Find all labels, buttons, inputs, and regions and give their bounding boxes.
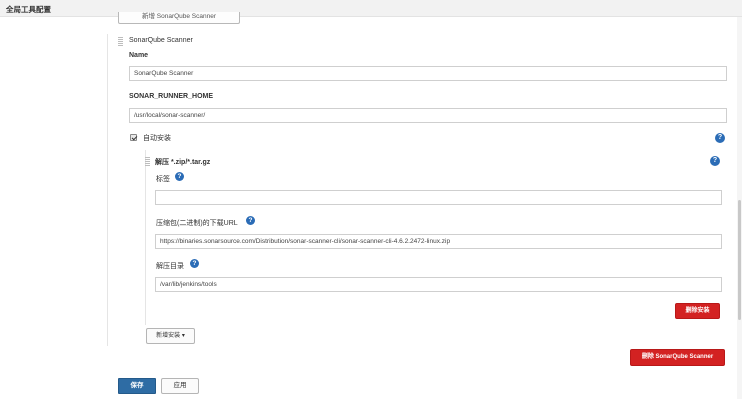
auto-install-label: 自动安装 xyxy=(143,135,171,142)
add-sonarqube-scanner-button[interactable]: 新增 SonarQube Scanner xyxy=(118,12,240,24)
auto-install-help-icon[interactable]: ? xyxy=(715,133,725,143)
delete-scanner-button[interactable]: 删除 SonarQube Scanner xyxy=(630,349,725,366)
drag-handle-icon[interactable] xyxy=(118,37,123,46)
delete-installer-button[interactable]: 删除安装 xyxy=(675,303,720,319)
installer-drag-handle-icon[interactable] xyxy=(145,157,150,166)
apply-button[interactable]: 应用 xyxy=(161,378,199,394)
tag-help-icon[interactable]: ? xyxy=(175,172,184,181)
dir-label: 解压目录 xyxy=(156,263,184,270)
section-rail xyxy=(107,34,108,346)
installer-help-icon[interactable]: ? xyxy=(710,156,720,166)
dir-help-icon[interactable]: ? xyxy=(190,259,199,268)
url-label: 压缩包(二进制)的下载URL xyxy=(156,220,238,227)
tag-field[interactable] xyxy=(155,190,722,205)
save-button[interactable]: 保存 xyxy=(118,378,156,394)
name-field[interactable]: SonarQube Scanner xyxy=(129,66,727,81)
url-field[interactable]: https://binaries.sonarsource.com/Distrib… xyxy=(155,234,722,249)
home-field[interactable]: /usr/local/sonar-scanner/ xyxy=(129,108,727,123)
home-label: SONAR_RUNNER_HOME xyxy=(129,93,214,100)
auto-install-checkbox[interactable] xyxy=(130,134,137,141)
scanner-section-title: SonarQube Scanner xyxy=(129,37,193,44)
name-label: Name xyxy=(129,52,149,59)
page-header xyxy=(0,0,742,17)
scrollbar-thumb[interactable] xyxy=(738,200,741,320)
installer-title: 解压 *.zip/*.tar.gz xyxy=(155,159,211,166)
dir-field[interactable]: /var/lib/jenkins/tools xyxy=(155,277,722,292)
tag-label: 标签 xyxy=(156,176,170,183)
add-installer-button[interactable]: 新增安装 ▾ xyxy=(146,328,195,344)
page-title: 全局工具配置 xyxy=(6,5,51,14)
url-help-icon[interactable]: ? xyxy=(246,216,255,225)
